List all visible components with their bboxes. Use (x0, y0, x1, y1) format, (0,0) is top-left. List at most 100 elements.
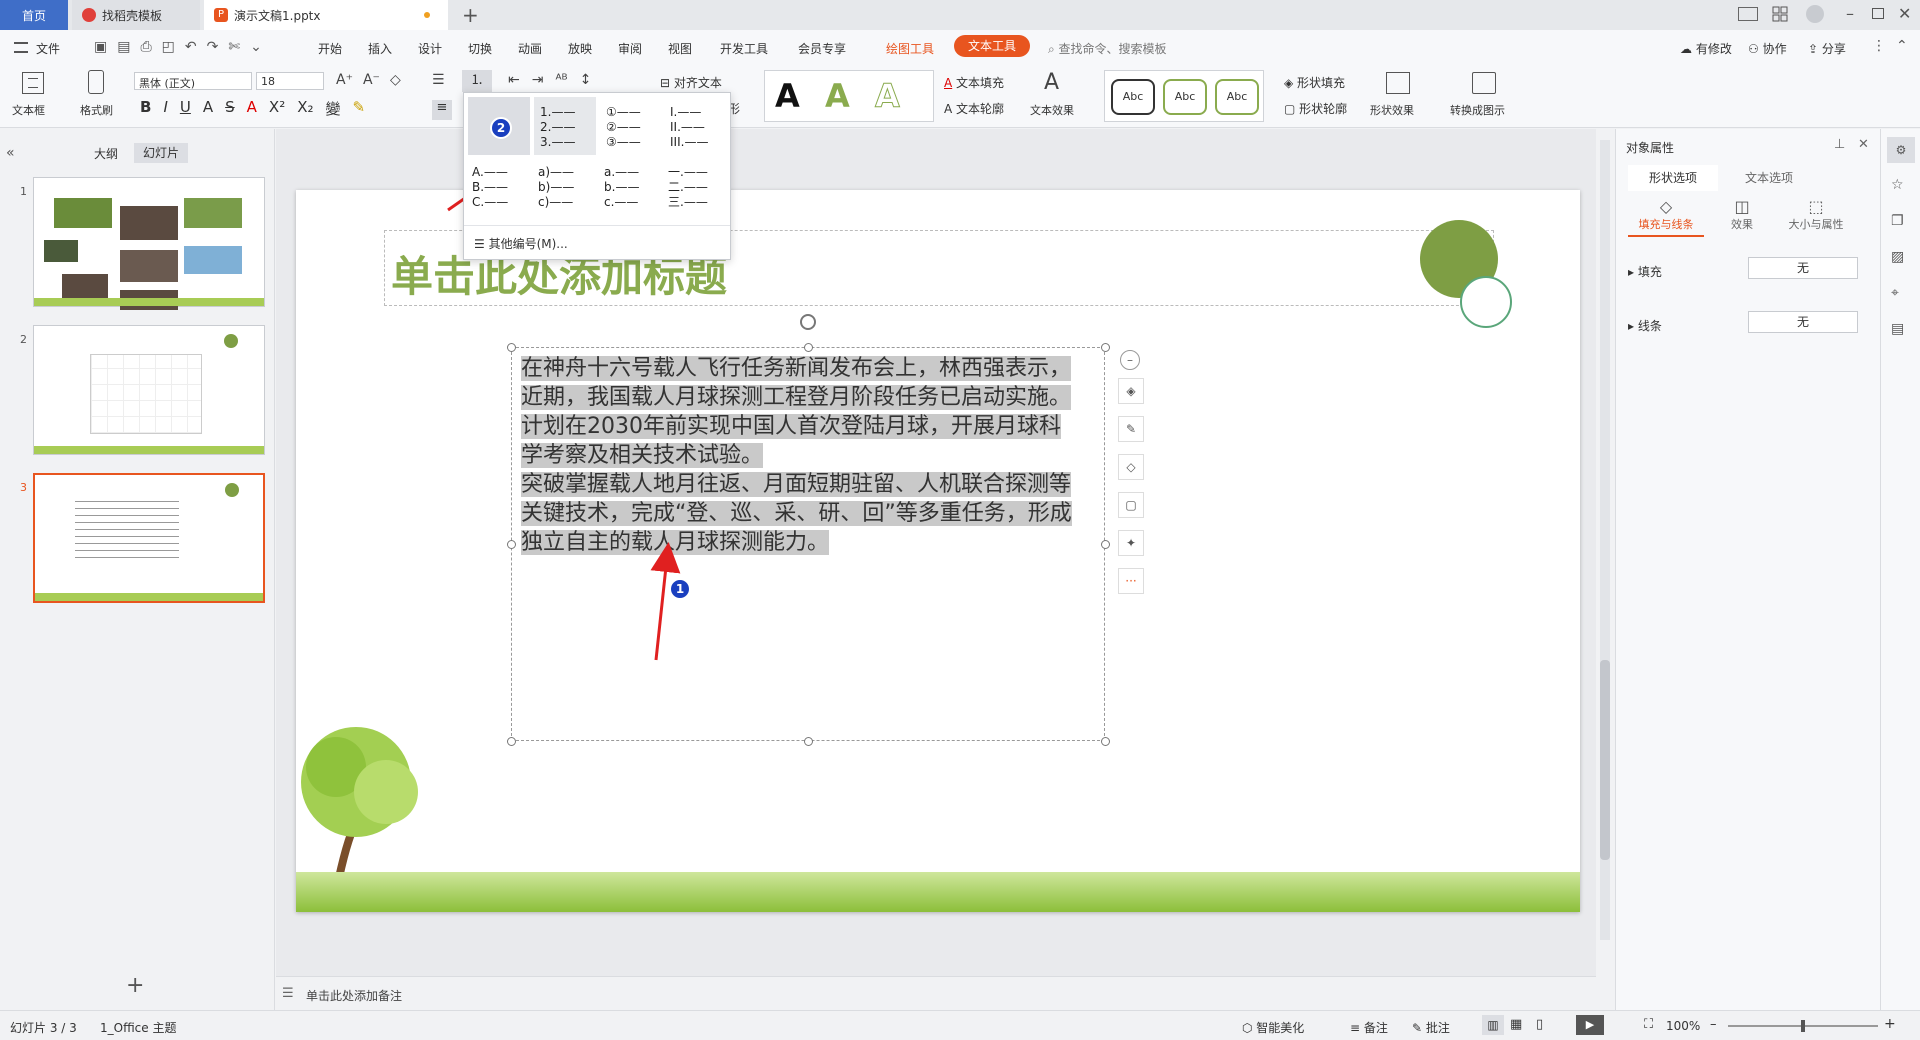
subtab-fill-line[interactable]: ◇ 填充与线条 (1628, 197, 1704, 237)
collapse-ribbon-icon[interactable]: ⌃ (1896, 38, 1908, 54)
menu-animation[interactable]: 动画 (518, 40, 542, 57)
numbering-none[interactable]: 2 (468, 97, 530, 155)
text-outline-button[interactable]: A 文本轮廓 (944, 100, 1004, 117)
slide-thumbnail-3[interactable] (33, 473, 265, 603)
shape-effect-icon[interactable] (1386, 72, 1410, 94)
menu-review[interactable]: 审阅 (618, 40, 642, 57)
preview-icon[interactable]: ◰ (162, 39, 175, 55)
frame-icon[interactable]: ▢ (1118, 492, 1144, 518)
resize-handle-b[interactable] (804, 737, 813, 746)
zoom-out-icon[interactable]: – (1710, 1017, 1717, 1032)
line-section[interactable]: ▸ 线条 (1628, 317, 1662, 334)
outline-tab[interactable]: 大纲 (94, 145, 118, 162)
play-slideshow-icon[interactable]: ▶ (1576, 1015, 1604, 1035)
grow-font-icon[interactable]: A⁺ (336, 72, 353, 88)
collapse-pane-icon[interactable]: « (6, 145, 15, 161)
align-left-icon[interactable]: ≡ (432, 100, 452, 120)
clear-format-icon[interactable]: ◇ (390, 72, 401, 88)
avatar[interactable] (1806, 5, 1824, 23)
zoom-in-icon[interactable]: + (1884, 1016, 1896, 1032)
tab-templates[interactable]: 找稻壳模板 (72, 0, 200, 30)
print-icon[interactable]: ⎙ (140, 39, 151, 55)
align-text-button[interactable]: ⊟ 对齐文本 (660, 74, 722, 91)
text-style-green[interactable]: A (825, 77, 850, 115)
export-icon[interactable]: ▤ (117, 39, 130, 55)
collapse-toolbar-icon[interactable]: – (1120, 350, 1140, 370)
slide-thumbnail-2[interactable] (33, 325, 265, 455)
menu-member[interactable]: 会员专享 (798, 40, 846, 57)
slide-thumbnail-1[interactable] (33, 177, 265, 310)
phonetic-icon[interactable]: 變 (326, 98, 341, 119)
more-icon[interactable]: ⌄ (250, 39, 262, 55)
brush-clear-icon[interactable]: ✄ (228, 39, 240, 55)
menu-insert[interactable]: 插入 (368, 40, 392, 57)
bold-icon[interactable]: B (140, 98, 151, 119)
restore-icon[interactable] (1872, 8, 1884, 19)
textbox-button[interactable]: 文本框 (12, 102, 45, 118)
more-numbering-button[interactable]: ☰ 其他编号(M)... (474, 235, 568, 252)
pane-title[interactable]: 对象属性 (1626, 139, 1674, 156)
more-actions-icon[interactable]: ··· (1118, 568, 1144, 594)
vertical-scrollbar[interactable] (1600, 140, 1610, 940)
pin-icon[interactable]: ⊥ (1834, 137, 1845, 152)
command-search[interactable]: ⌕ 查找命令、搜索模板 (1048, 40, 1167, 57)
convert-diagram-icon[interactable] (1472, 72, 1496, 94)
close-window-icon[interactable]: ✕ (1898, 4, 1911, 23)
text-direction-icon[interactable]: ᴬᴮ (555, 72, 567, 88)
close-pane-icon[interactable]: ✕ (1858, 137, 1869, 152)
line-select[interactable]: 无 (1748, 311, 1858, 333)
font-name-select[interactable]: 黑体 (正文) (134, 72, 252, 90)
grid-icon[interactable] (1772, 6, 1788, 22)
new-tab-button[interactable]: + (462, 3, 479, 27)
zoom-slider[interactable] (1728, 1020, 1878, 1032)
resize-handle-l[interactable] (507, 540, 516, 549)
numbering-lower-alpha[interactable]: a.—— b.—— c.—— (600, 157, 662, 215)
subtab-size[interactable]: ⬚ 大小与属性 (1776, 197, 1856, 237)
menu-text-tools[interactable]: 文本工具 (954, 35, 1030, 57)
lightbulb-icon[interactable]: ✦ (1118, 530, 1144, 556)
resize-handle-br[interactable] (1101, 737, 1110, 746)
hamburger-icon[interactable] (14, 42, 28, 53)
resize-handle-r[interactable] (1101, 540, 1110, 549)
theme-name[interactable]: 1_Office 主题 (100, 1019, 176, 1036)
subtab-effects[interactable]: ◫ 效果 (1712, 197, 1772, 237)
layers-icon[interactable]: ◈ (1118, 378, 1144, 404)
tab-home[interactable]: 首页 (0, 0, 68, 30)
convert-diagram-button[interactable]: 转换成图示 (1450, 102, 1505, 118)
text-fill-button[interactable]: A 文本填充 (944, 74, 1004, 91)
menu-view[interactable]: 视图 (668, 40, 692, 57)
text-effect-icon[interactable]: A (1044, 70, 1059, 95)
text-style-black[interactable]: A (775, 77, 800, 115)
numbering-chinese[interactable]: 一.—— 二.—— 三.—— (664, 157, 726, 215)
numbering-upper-alpha[interactable]: A.—— B.—— C.—— (468, 157, 530, 215)
font-color-icon[interactable]: A (247, 98, 257, 119)
shrink-font-icon[interactable]: A⁻ (363, 72, 380, 88)
italic-icon[interactable]: I (163, 98, 167, 119)
save-icon[interactable]: ▣ (94, 39, 107, 55)
menu-slideshow[interactable]: 放映 (568, 40, 592, 57)
fill-bucket-icon[interactable]: ◇ (1118, 454, 1144, 480)
tab-text-options[interactable]: 文本选项 (1724, 165, 1814, 191)
superscript-icon[interactable]: X² (269, 98, 285, 119)
zoom-level[interactable]: 100% (1666, 1019, 1700, 1033)
undo-icon[interactable]: ↶ (185, 39, 197, 55)
copy-icon[interactable]: ❐ (1891, 213, 1904, 229)
text-effect-button[interactable]: 文本效果 (1030, 102, 1074, 118)
add-slide-button[interactable]: + (126, 973, 144, 998)
shape-fill-button[interactable]: ◈ 形状填充 (1284, 74, 1345, 91)
tab-shape-options[interactable]: 形状选项 (1628, 165, 1718, 191)
collaborate-button[interactable]: ⚇ 协作 (1748, 40, 1787, 57)
rotate-handle-icon[interactable] (800, 314, 816, 330)
menu-developer[interactable]: 开发工具 (720, 40, 768, 57)
numbering-circled[interactable]: ①—— ②—— ③—— (600, 97, 662, 155)
animation-icon[interactable]: ☆ (1891, 177, 1904, 193)
shape-style-2[interactable]: Abc (1163, 79, 1207, 115)
notes-toggle[interactable]: ≡ 备注 (1350, 1019, 1388, 1036)
reading-view-icon[interactable]: ▯ (1536, 1017, 1543, 1032)
layout-icon[interactable] (1738, 7, 1758, 21)
numbering-roman[interactable]: I.—— II.—— III.—— (664, 97, 726, 155)
share-button[interactable]: ⇪ 分享 (1808, 40, 1846, 57)
numbering-alpha-paren[interactable]: a)—— b)—— c)—— (534, 157, 596, 215)
char-spacing-icon[interactable]: A (203, 98, 213, 119)
underline-icon[interactable]: U (180, 98, 191, 119)
